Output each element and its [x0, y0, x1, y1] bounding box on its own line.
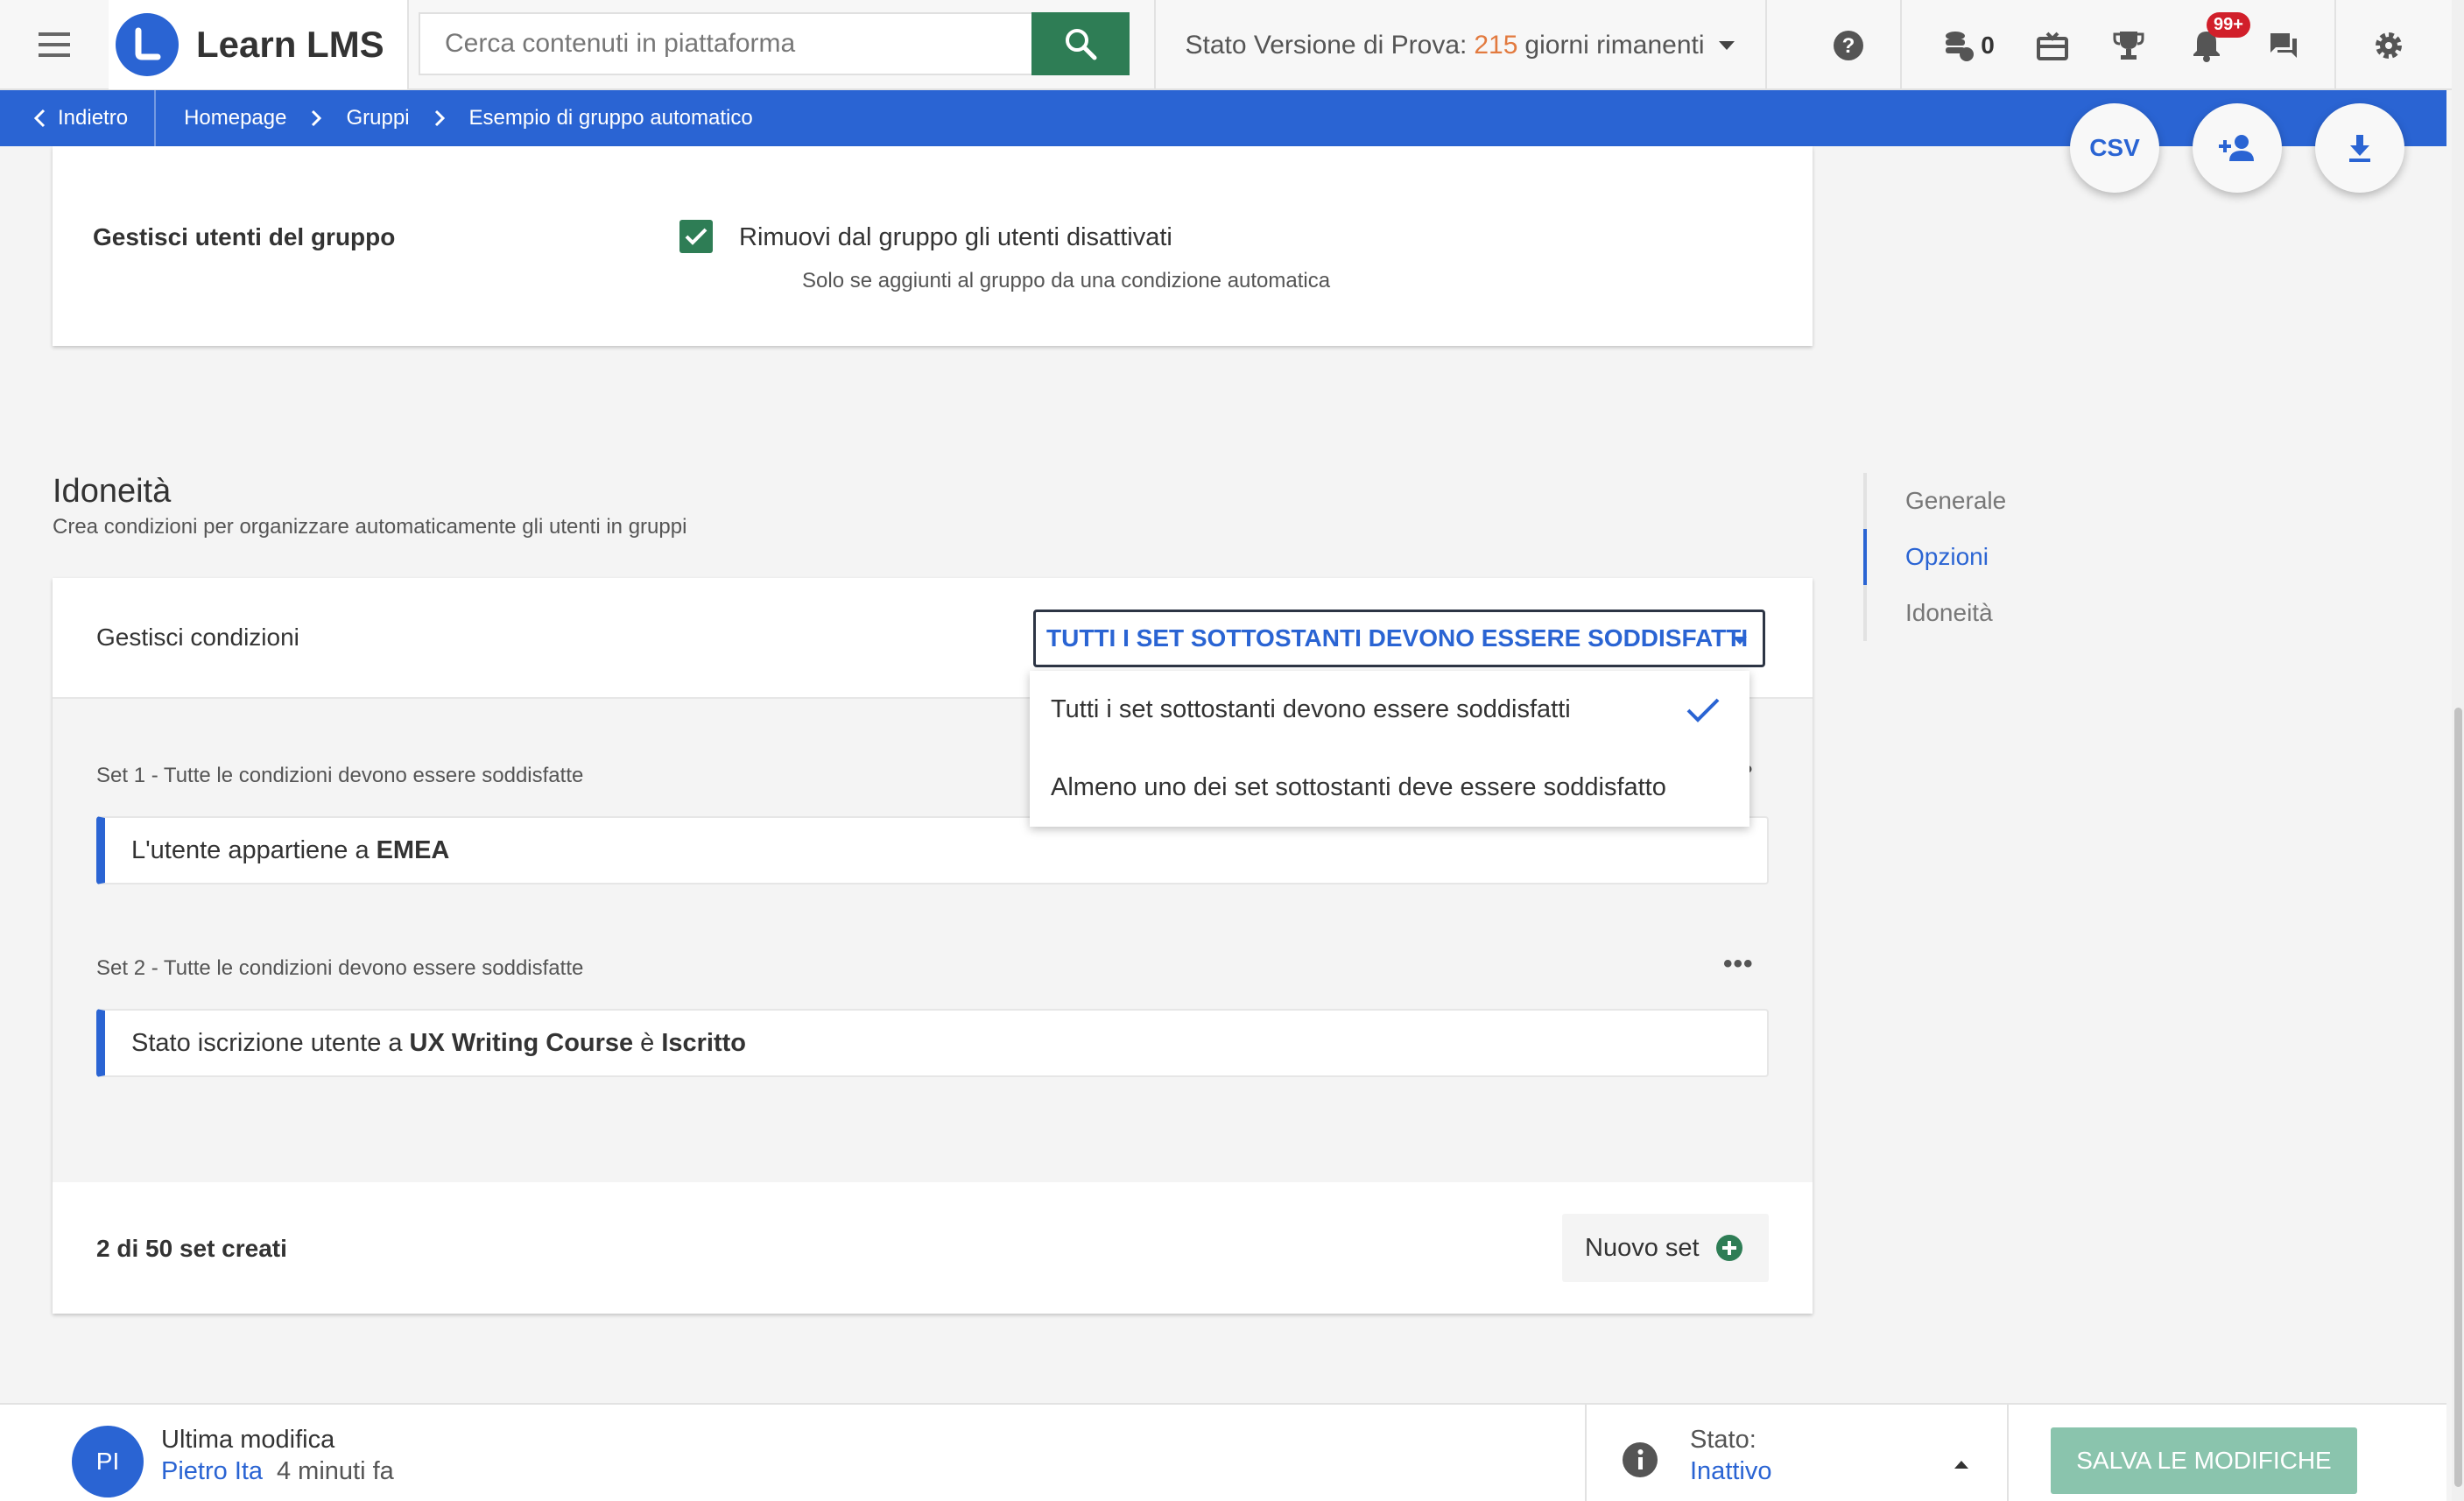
- status-value[interactable]: Inattivo: [1690, 1457, 1772, 1486]
- conditions-match-menu: Tutti i set sottostanti devono essere so…: [1030, 671, 1749, 827]
- info-icon[interactable]: [1622, 1441, 1658, 1478]
- status-label: Stato:: [1690, 1426, 1756, 1454]
- avatar: PI: [72, 1426, 144, 1497]
- app-logo[interactable]: Learn LMS: [109, 0, 409, 89]
- svg-text:?: ?: [1842, 34, 1855, 58]
- remove-deactivated-label: Rimuovi dal gruppo gli utenti disattivat…: [739, 223, 1172, 251]
- section-subtitle: Crea condizioni per organizzare automati…: [53, 515, 687, 539]
- search-input[interactable]: Cerca contenuti in piattaforma: [419, 12, 1033, 75]
- check-icon: [1686, 698, 1720, 722]
- remove-deactivated-hint: Solo se aggiunti al gruppo da una condiz…: [802, 269, 1331, 292]
- download-button[interactable]: [2315, 103, 2404, 193]
- manage-conditions-label: Gestisci condizioni: [96, 624, 299, 651]
- set-2-label: Set 2 - Tutte le condizioni devono esser…: [96, 956, 584, 980]
- trophy-icon[interactable]: [2112, 0, 2145, 90]
- coins-icon: [1946, 31, 1975, 61]
- help-icon[interactable]: ?: [1830, 0, 1867, 90]
- caret-up-icon[interactable]: [1953, 1459, 1970, 1469]
- logo-icon: [116, 12, 179, 76]
- sets-footer: [53, 1182, 1813, 1314]
- nav-item-opzioni[interactable]: Opzioni: [1863, 529, 2006, 585]
- new-set-button[interactable]: Nuovo set: [1562, 1214, 1769, 1282]
- trial-days: 215: [1474, 30, 1518, 60]
- section-nav: Generale Opzioni Idoneità: [1863, 473, 2006, 641]
- add-user-button[interactable]: [2193, 103, 2282, 193]
- plus-circle-icon: [1715, 1235, 1742, 1261]
- footer-bar: PI Ultima modifica Pietro Ita 4 minuti f…: [0, 1403, 2446, 1501]
- footer-divider: [1585, 1405, 1587, 1501]
- download-icon: [2349, 135, 2370, 162]
- csv-button[interactable]: CSV: [2070, 103, 2159, 193]
- breadcrumb-homepage[interactable]: Homepage: [184, 106, 286, 130]
- notifications-bell[interactable]: 99+: [2189, 0, 2250, 90]
- remove-deactivated-checkbox[interactable]: [679, 220, 713, 253]
- app-name: Learn LMS: [196, 23, 384, 65]
- last-modified-label: Ultima modifica: [161, 1426, 335, 1454]
- scrollbar-thumb[interactable]: [2454, 708, 2462, 1487]
- coins-counter[interactable]: 0: [1933, 0, 2003, 90]
- breadcrumb-gruppi[interactable]: Gruppi: [346, 106, 409, 130]
- chevron-right-icon: [434, 109, 445, 127]
- search-button[interactable]: [1031, 12, 1130, 75]
- settings-icon[interactable]: [2371, 0, 2406, 90]
- search-icon: [1066, 29, 1097, 60]
- nav-item-idoneita[interactable]: Idoneità: [1863, 585, 2006, 641]
- group-users-label: Gestisci utenti del gruppo: [93, 223, 396, 250]
- last-modified-time: 4 minuti fa: [277, 1457, 394, 1485]
- set-2-condition[interactable]: Stato iscrizione utente a UX Writing Cour…: [96, 1009, 1769, 1077]
- conditions-match-dropdown[interactable]: TUTTI I SET SOTTOSTANTI DEVONO ESSERE SO…: [1033, 610, 1765, 667]
- set-1-label: Set 1 - Tutte le condizioni devono esser…: [96, 764, 584, 787]
- section-title: Idoneità: [53, 473, 172, 510]
- chevron-right-icon: [312, 109, 322, 127]
- caret-down-icon: [1718, 40, 1735, 50]
- breadcrumb-current: Esempio di gruppo automatico: [468, 106, 753, 130]
- caret-down-icon: [1733, 637, 1747, 645]
- add-user-icon: [2219, 135, 2254, 161]
- back-button[interactable]: Indietro: [0, 90, 157, 146]
- option-all-sets[interactable]: Tutti i set sottostanti devono essere so…: [1030, 671, 1749, 749]
- checkmark-icon: [685, 228, 708, 245]
- group-users-card: Gestisci utenti del gruppo Rimuovi dal g…: [53, 146, 1813, 346]
- notification-badge: 99+: [2207, 12, 2250, 38]
- chevron-left-icon: [33, 109, 46, 128]
- footer-divider: [2007, 1405, 2009, 1501]
- last-modified-user[interactable]: Pietro Ita: [161, 1457, 263, 1486]
- gift-icon[interactable]: [2033, 0, 2072, 90]
- set-2-more-icon[interactable]: •••: [1723, 949, 1754, 979]
- chat-icon[interactable]: [2268, 0, 2299, 90]
- nav-item-generale[interactable]: Generale: [1863, 473, 2006, 529]
- sets-count: 2 di 50 set creati: [96, 1235, 287, 1262]
- coins-count: 0: [1981, 31, 1995, 59]
- option-at-least-one-set[interactable]: Almeno uno dei set sottostanti deve esse…: [1030, 749, 1749, 827]
- trial-status-dropdown[interactable]: Stato Versione di Prova: 215 giorni rima…: [1154, 0, 1767, 90]
- menu-icon[interactable]: [0, 0, 109, 89]
- save-changes-button[interactable]: SALVA LE MODIFICHE: [2051, 1427, 2357, 1494]
